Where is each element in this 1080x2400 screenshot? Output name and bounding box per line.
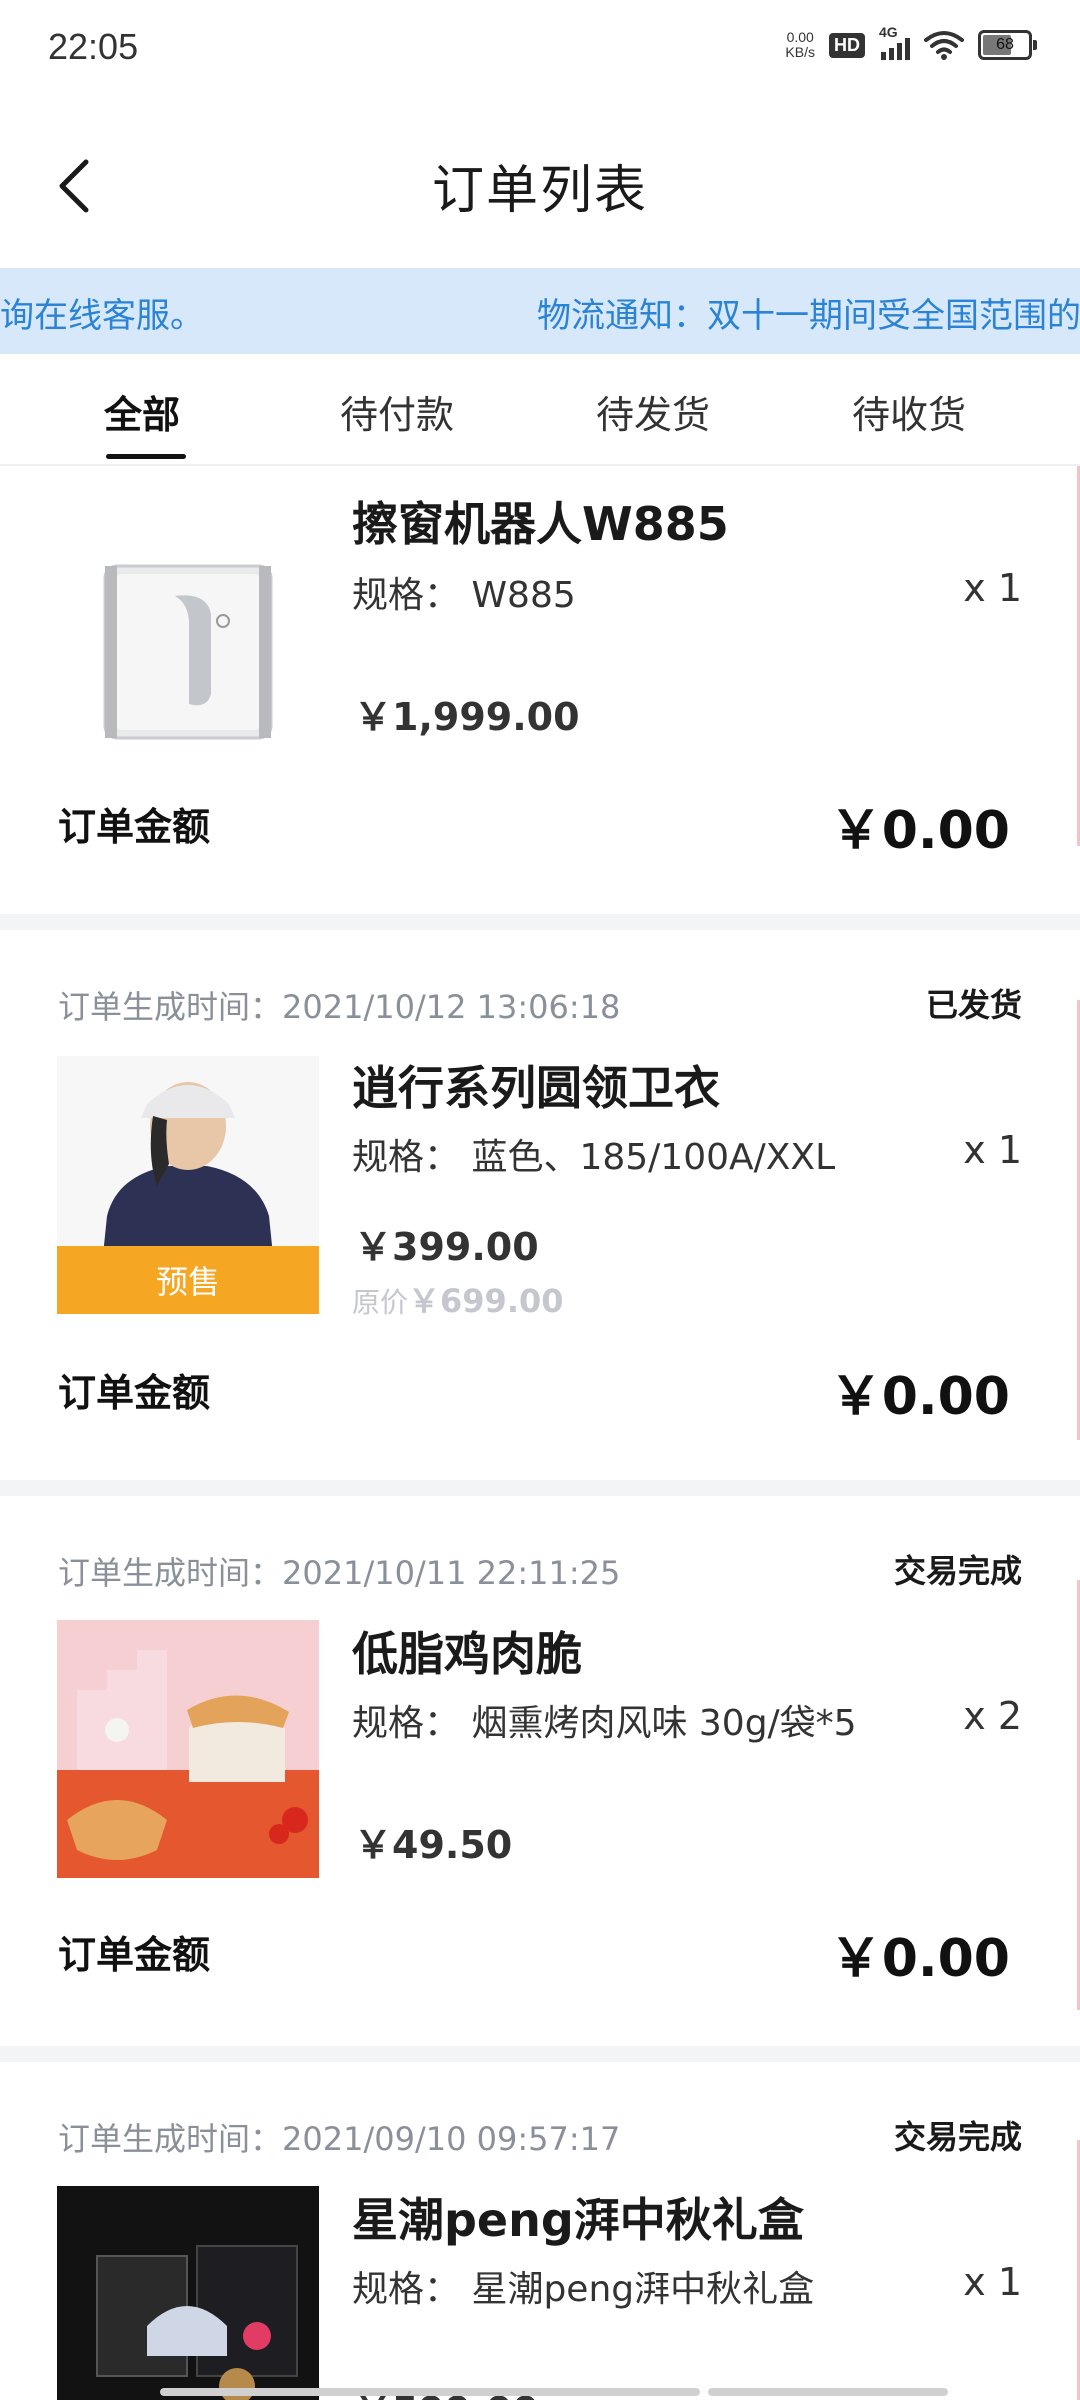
card-divider	[0, 2046, 1080, 2062]
product-price: ￥1,999.00	[354, 695, 580, 739]
status-bar: 22:05 0.00 KB/s HD 4G 68	[0, 0, 1080, 100]
product-image	[57, 1620, 319, 1878]
product-spec: 规格： 星潮peng湃中秋礼盒	[352, 2269, 815, 2310]
header: 订单列表	[0, 100, 1080, 268]
order-card[interactable]: 订单生成时间：2021/10/12 13:06:18 已发货 预售 逍行系列圆领…	[0, 930, 1080, 1480]
order-card[interactable]: 订单生成时间：2021/09/10 09:57:17 交易完成 星潮peng湃中…	[0, 2062, 1080, 2400]
order-total-label: 订单金额	[58, 1371, 211, 1415]
order-total-label: 订单金额	[58, 1933, 211, 1977]
product-name: 低脂鸡肉脆	[352, 1627, 582, 1681]
order-tabs: 全部 待付款 待发货 待收货	[0, 354, 1080, 466]
page-title: 订单列表	[431, 161, 648, 221]
original-price-value: ￥699.00	[408, 1282, 564, 1320]
notice-text-right: 物流通知：双十一期间受全国范围的	[537, 296, 1080, 336]
active-tab-indicator	[106, 454, 186, 459]
order-card[interactable]: 订单生成时间：2021/10/11 22:11:25 交易完成 低脂鸡肉脆 规格…	[0, 1496, 1080, 2046]
product-quantity: x 2	[963, 1694, 1022, 1738]
product-price: ￥399.00	[354, 1225, 539, 1269]
status-icons: 0.00 KB/s HD 4G 68	[785, 24, 1037, 60]
product-quantity: x 1	[963, 2260, 1022, 2304]
order-total-value: ￥0.00	[829, 1367, 1010, 1427]
original-price: 原价￥699.00	[352, 1276, 564, 1322]
order-total-label: 订单金额	[58, 805, 211, 849]
order-status: 已发货	[925, 986, 1022, 1024]
order-time: 订单生成时间：2021/09/10 09:57:17	[58, 2120, 621, 2158]
order-total-value: ￥0.00	[829, 1929, 1010, 1989]
order-time: 订单生成时间：2021/10/11 22:11:25	[58, 1554, 621, 1592]
product-image	[57, 2186, 319, 2400]
notice-text-left: 询在线客服。	[0, 296, 204, 336]
tab-pending-receipt[interactable]: 待收货	[852, 384, 966, 439]
order-status: 交易完成	[893, 1552, 1022, 1590]
product-quantity: x 1	[963, 566, 1022, 610]
wifi-icon	[924, 31, 964, 60]
status-time: 22:05	[48, 26, 139, 67]
product-spec: 规格： 烟熏烤肉风味 30g/袋*5	[352, 1703, 857, 1744]
product-name: 擦窗机器人W885	[352, 497, 729, 551]
presale-badge: 预售	[57, 1246, 319, 1314]
order-total-value: ￥0.00	[829, 801, 1010, 861]
network-type-label: 4G	[879, 24, 898, 40]
tab-all[interactable]: 全部	[104, 384, 180, 439]
product-name: 逍行系列圆领卫衣	[352, 1061, 720, 1115]
tab-pending-payment[interactable]: 待付款	[340, 384, 454, 439]
hd-icon: HD	[829, 32, 865, 58]
product-quantity: x 1	[963, 1128, 1022, 1172]
order-status: 交易完成	[893, 2118, 1022, 2156]
original-price-label: 原价	[352, 1286, 409, 1319]
network-speed: 0.00 KB/s	[785, 30, 815, 60]
battery-level: 68	[996, 36, 1014, 53]
notice-marquee[interactable]: 询在线客服。 物流通知：双十一期间受全国范围的	[0, 268, 1080, 354]
product-image	[57, 504, 319, 762]
product-spec: 规格： 蓝色、185/100A/XXL	[352, 1137, 836, 1178]
tab-pending-shipment[interactable]: 待发货	[596, 384, 710, 439]
network-speed-unit: KB/s	[785, 44, 815, 60]
bottom-scroll-indicator	[160, 2388, 948, 2396]
product-price: ￥49.50	[354, 1823, 513, 1867]
order-time: 订单生成时间：2021/10/12 13:06:18	[58, 988, 621, 1026]
card-divider	[0, 914, 1080, 930]
cellular-signal-icon: 4G	[879, 24, 910, 60]
network-speed-value: 0.00	[786, 29, 814, 45]
product-spec: 规格： W885	[352, 575, 576, 616]
battery-icon: 68	[978, 30, 1037, 60]
product-image: 预售	[57, 1056, 319, 1314]
order-card[interactable]: 擦窗机器人W885 规格： W885 x 1 ￥1,999.00 订单金额 ￥0…	[0, 466, 1080, 914]
card-divider	[0, 1480, 1080, 1496]
product-name: 星潮peng湃中秋礼盒	[352, 2193, 804, 2247]
